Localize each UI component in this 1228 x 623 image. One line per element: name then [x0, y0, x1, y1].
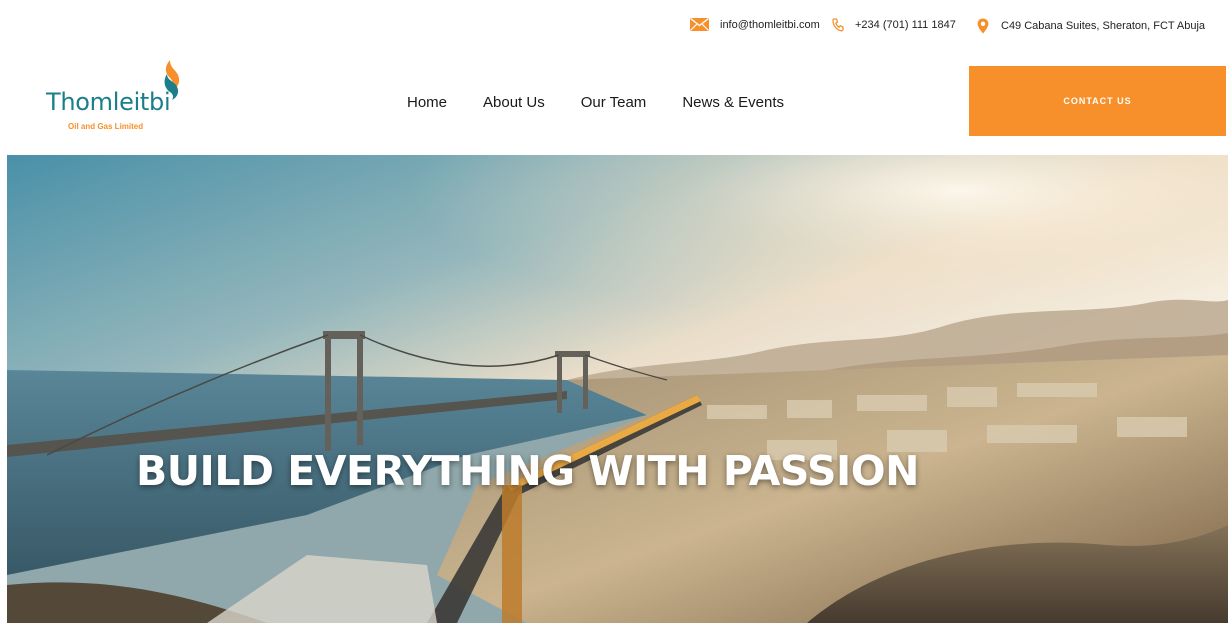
top-info-bar: info@thomleitbi.com +234 (701) 111 1847 …: [0, 0, 1228, 52]
envelope-icon: [690, 18, 709, 31]
address-text: C49 Cabana Suites, Sheraton, FCT Abuja: [1001, 20, 1206, 32]
phone-link[interactable]: +234 (701) 111 1847: [832, 18, 956, 32]
hero-background-image: [7, 155, 1228, 623]
contact-us-button[interactable]: CONTACT US: [969, 66, 1226, 136]
email-link[interactable]: info@thomleitbi.com: [690, 18, 820, 31]
nav-item-about-us[interactable]: About Us: [483, 94, 545, 111]
map-pin-icon: [977, 18, 989, 34]
hero-banner: BUILD EVERYTHING WITH PASSION: [7, 155, 1228, 623]
phone-text: +234 (701) 111 1847: [855, 19, 956, 31]
nav-item-our-team[interactable]: Our Team: [581, 94, 647, 111]
phone-icon: [832, 18, 844, 32]
hero-title: BUILD EVERYTHING WITH PASSION: [136, 447, 919, 495]
address-link[interactable]: C49 Cabana Suites, Sheraton, FCT Abuja: [977, 18, 1205, 34]
nav-item-news-events[interactable]: News & Events: [682, 94, 784, 111]
email-text: info@thomleitbi.com: [720, 18, 820, 31]
brand-tagline: Oil and Gas Limited: [68, 122, 144, 131]
brand-name: Thomleitbi: [46, 88, 171, 116]
nav-item-home[interactable]: Home: [407, 94, 447, 111]
main-nav: Home About Us Our Team News & Events: [407, 94, 820, 111]
brand-logo[interactable]: Thomleitbi Oil and Gas Limited: [46, 60, 196, 131]
